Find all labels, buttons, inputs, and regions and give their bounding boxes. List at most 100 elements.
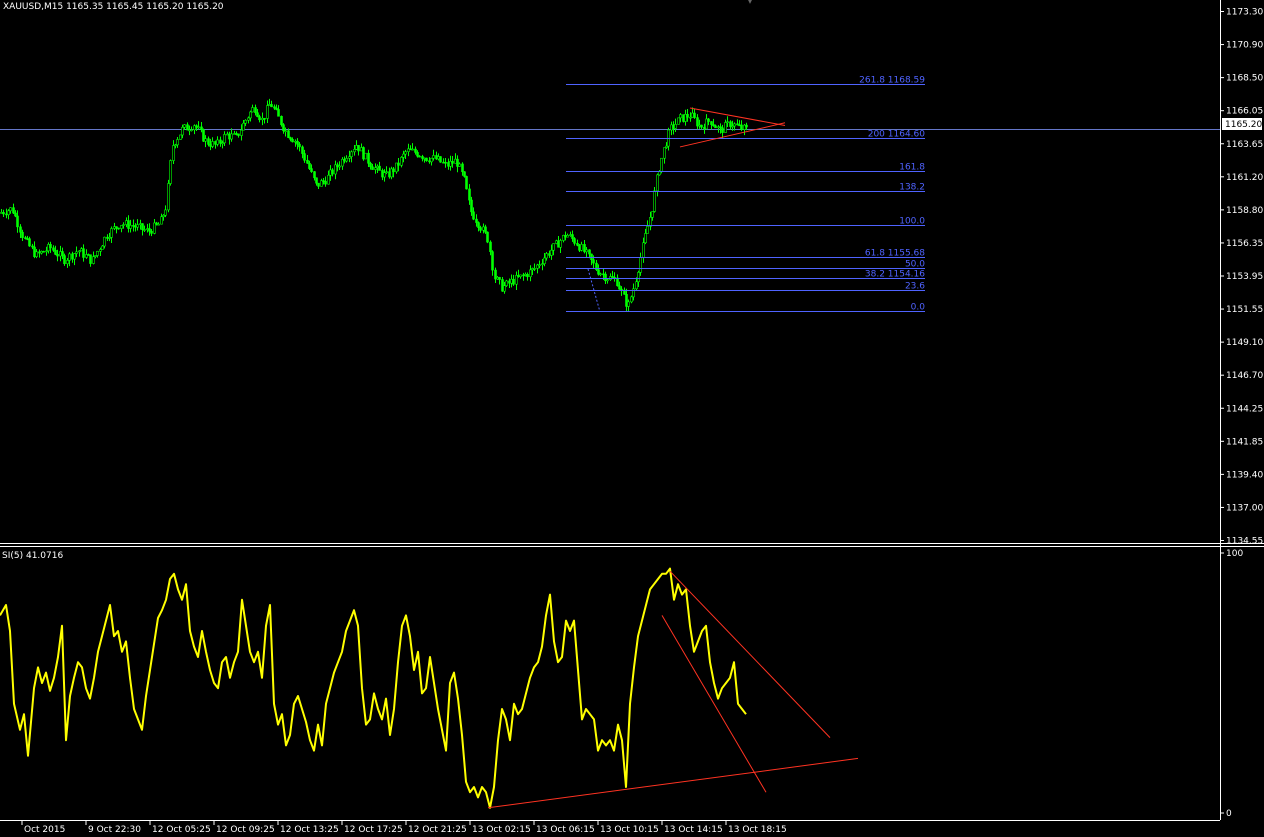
candle-body	[331, 169, 334, 175]
candle-body	[172, 145, 175, 161]
candle-body	[240, 129, 243, 136]
fibonacci-level-label: 38.2 1154.16	[865, 270, 925, 280]
candle-body	[620, 288, 623, 291]
candle-body	[733, 123, 736, 127]
candle-body	[550, 249, 553, 256]
candle-body	[157, 223, 160, 226]
candle-body	[371, 166, 374, 170]
main-header: XAUUSD,M15 1165.35 1165.45 1165.20 1165.…	[3, 2, 224, 12]
candle-body	[263, 117, 266, 120]
candle-body	[209, 144, 212, 147]
candle-body	[301, 146, 304, 154]
candle-body	[12, 207, 15, 214]
candle-body	[202, 129, 205, 142]
price-tick-label: 1141.85	[1226, 437, 1263, 447]
candle-body	[127, 220, 130, 229]
candle-body	[338, 165, 341, 168]
candle-body	[432, 155, 435, 159]
candle-body	[357, 145, 360, 152]
oscillator-line[interactable]	[0, 567, 747, 809]
candle-body	[479, 227, 482, 231]
candle-body	[296, 140, 299, 145]
candle-body	[270, 104, 273, 108]
candle-body	[117, 227, 120, 230]
candle-body	[397, 162, 400, 166]
chart-root: 261.8 1168.59 200 1164.60 161.8 138.2 100.0 6…	[0, 0, 1264, 837]
candle-body	[120, 225, 123, 229]
oscillator-trendline[interactable]	[487, 757, 859, 809]
time-tick-label: 12 Oct 17:25	[344, 825, 403, 835]
candle-body	[306, 159, 309, 164]
osc-tick-label: 0	[1226, 809, 1232, 819]
candle-body	[498, 277, 501, 280]
candle-body	[402, 153, 405, 158]
candle-body	[219, 139, 222, 144]
candle-body	[223, 134, 226, 144]
candle-body	[183, 124, 186, 128]
candle-body	[724, 122, 727, 133]
candle-body	[317, 182, 320, 187]
chart-svg[interactable]: 261.8 1168.59 200 1164.60 161.8 138.2 100.0 6…	[0, 0, 1264, 837]
candle-body	[538, 264, 541, 266]
candle-body	[637, 272, 640, 283]
candle-body	[266, 105, 269, 119]
candle-body	[164, 209, 167, 216]
candle-body	[439, 156, 442, 163]
fibonacci-level-label: 200 1164.60	[868, 130, 926, 140]
price-tick-label: 1170.90	[1226, 41, 1263, 51]
candle-body	[101, 245, 104, 250]
candle-body	[726, 121, 729, 124]
candle-body	[80, 248, 83, 252]
price-tick-label: 1163.65	[1226, 140, 1263, 150]
fibonacci-level-label: 23.6	[905, 282, 925, 292]
time-tick-label: 13 Oct 18:15	[728, 825, 787, 835]
candle-body	[444, 161, 447, 164]
candle-body	[115, 226, 118, 229]
candle-body	[176, 139, 179, 146]
candle-body	[99, 249, 102, 252]
candle-body	[103, 236, 106, 247]
candle-body	[226, 133, 229, 136]
candle-body	[700, 124, 703, 128]
one-click-trading-icon[interactable]: ▾	[748, 0, 752, 6]
candle-body	[392, 168, 395, 173]
candle-body	[315, 177, 318, 184]
candle-body	[160, 216, 163, 225]
candle-body	[89, 254, 92, 264]
time-tick-label: 9 Oct 22:30	[88, 825, 141, 835]
candle-body	[505, 280, 508, 287]
candle-body	[616, 277, 619, 287]
candle-body	[211, 141, 214, 147]
price-tick-label: 1158.80	[1226, 206, 1263, 216]
candle-body	[425, 157, 428, 162]
candle-body	[207, 138, 210, 145]
time-tick-label: 12 Oct 05:25	[152, 825, 211, 835]
candle-body	[249, 111, 252, 119]
candle-body	[125, 220, 128, 225]
time-tick-label: 13 Oct 10:15	[600, 825, 659, 835]
candle-body	[740, 124, 743, 130]
candle-body	[686, 113, 689, 118]
candle-body	[677, 117, 680, 125]
candle-body	[566, 234, 569, 238]
candle-body	[136, 224, 139, 228]
candle-body	[416, 152, 419, 157]
candle-body	[484, 226, 487, 233]
candle-body	[85, 254, 88, 258]
candle-body	[110, 228, 113, 238]
current-price-label: 1165.20	[1225, 120, 1262, 130]
candle-body	[204, 138, 207, 142]
candle-body	[235, 133, 238, 135]
price-tick-label: 1151.55	[1226, 305, 1263, 315]
candle-body	[519, 274, 522, 277]
candle-body	[153, 222, 156, 234]
oscillator-trendline[interactable]	[669, 570, 831, 738]
candle-body	[378, 165, 381, 171]
oscillator-panel[interactable]	[0, 567, 859, 809]
time-tick-label: 13 Oct 14:15	[664, 825, 723, 835]
candle-body	[216, 139, 219, 145]
candle-body	[5, 213, 8, 216]
price-tick-label: 1173.30	[1226, 8, 1263, 18]
oscillator-trendline[interactable]	[661, 615, 767, 793]
candle-body	[533, 268, 536, 270]
